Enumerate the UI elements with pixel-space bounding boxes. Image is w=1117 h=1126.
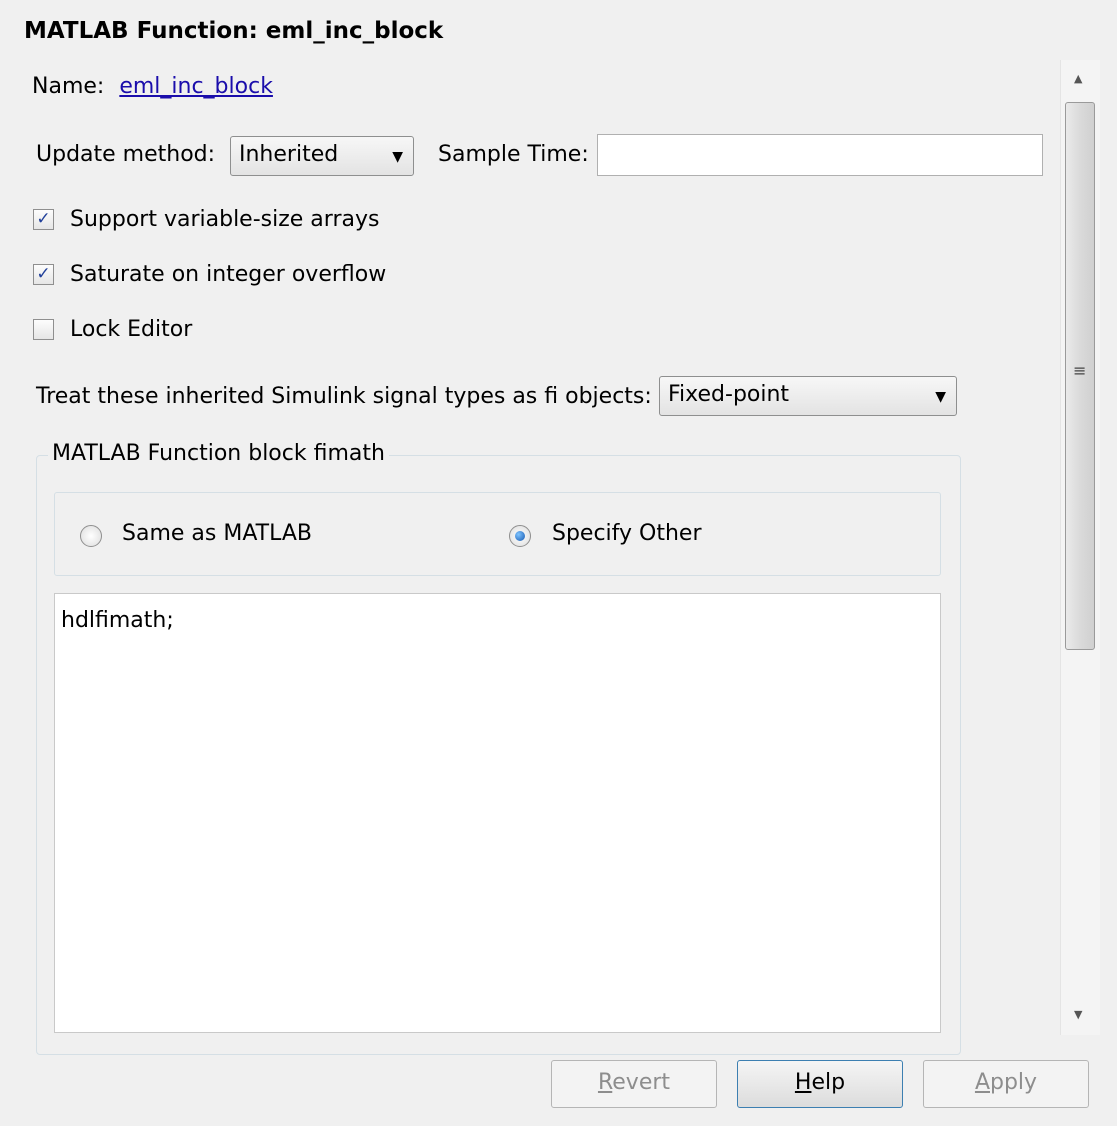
fimath-groupbox-legend: MATLAB Function block fimath (48, 441, 389, 466)
apply-label: pply (990, 1070, 1038, 1095)
name-label: Name: (32, 74, 105, 99)
revert-label: evert (612, 1070, 671, 1095)
saturate-overflow-checkbox[interactable]: ✓ (33, 264, 54, 285)
help-button[interactable]: Help (737, 1060, 903, 1108)
help-label: elp (811, 1070, 846, 1095)
chevron-down-icon: ▼ (935, 389, 946, 405)
vertical-scrollbar[interactable]: ▲ ≡ ▼ (1060, 60, 1100, 1035)
revert-mnemonic: R (597, 1070, 613, 1095)
treat-fi-select[interactable]: Fixed-point ▼ (659, 376, 957, 416)
fimath-editor[interactable]: hdlfimath; (54, 593, 941, 1033)
scrollbar-thumb[interactable]: ≡ (1065, 102, 1095, 650)
apply-mnemonic: A (974, 1070, 990, 1095)
support-variable-size-label: Support variable-size arrays (70, 207, 380, 232)
same-as-matlab-label: Same as MATLAB (122, 521, 313, 546)
apply-button[interactable]: Apply (923, 1060, 1089, 1108)
grip-icon: ≡ (1073, 361, 1087, 380)
sample-time-label: Sample Time: (438, 142, 589, 167)
treat-fi-value: Fixed-point (668, 382, 790, 407)
update-method-select[interactable]: Inherited ▼ (230, 136, 414, 176)
name-row: Name: eml_inc_block (32, 74, 273, 99)
update-method-value: Inherited (239, 142, 339, 167)
support-variable-size-checkbox[interactable]: ✓ (33, 209, 54, 230)
scroll-up-arrow-icon[interactable]: ▲ (1074, 72, 1082, 85)
same-as-matlab-radio[interactable] (80, 525, 102, 547)
specify-other-label: Specify Other (552, 521, 702, 546)
revert-button[interactable]: Revert (551, 1060, 717, 1108)
specify-other-radio[interactable] (509, 525, 531, 547)
dialog-title: MATLAB Function: eml_inc_block (24, 18, 444, 44)
block-name-link[interactable]: eml_inc_block (119, 74, 273, 99)
scroll-down-arrow-icon[interactable]: ▼ (1074, 1008, 1082, 1021)
sample-time-input[interactable] (597, 134, 1043, 176)
lock-editor-label: Lock Editor (70, 317, 193, 342)
saturate-overflow-label: Saturate on integer overflow (70, 262, 387, 287)
update-method-label: Update method: (36, 142, 216, 167)
check-icon: ✓ (36, 209, 51, 229)
radio-selected-dot (515, 531, 525, 541)
help-mnemonic: H (794, 1070, 812, 1095)
check-icon: ✓ (36, 264, 51, 284)
treat-fi-label: Treat these inherited Simulink signal ty… (36, 384, 652, 409)
chevron-down-icon: ▼ (392, 149, 403, 165)
lock-editor-checkbox[interactable] (33, 319, 54, 340)
